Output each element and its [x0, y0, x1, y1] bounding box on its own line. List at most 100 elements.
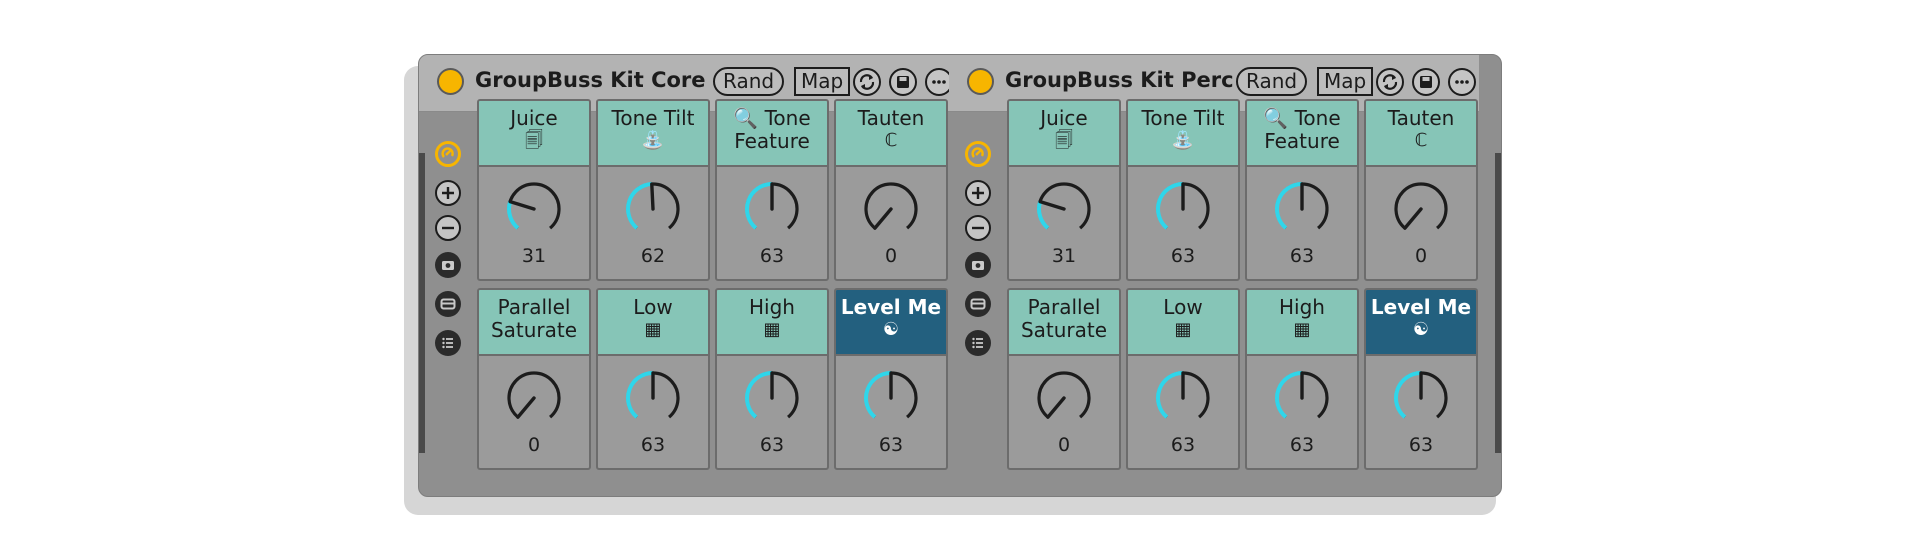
macro-label[interactable]: High ▦: [717, 290, 827, 356]
macro-name: Tauten: [857, 106, 925, 130]
macro-cell: Level Me ☯ 63: [1364, 288, 1478, 470]
refresh-button[interactable]: [1376, 68, 1404, 96]
right-rail: [1495, 153, 1501, 453]
macro-cell: Tone Tilt ⛲ 63: [1126, 99, 1240, 281]
high-graph-icon: ▦: [763, 319, 781, 340]
macro-label[interactable]: Low ▦: [598, 290, 708, 356]
macro-value: 63: [878, 434, 904, 456]
macro-label[interactable]: Level Me ☯: [1366, 290, 1476, 356]
remove-icon[interactable]: [965, 215, 991, 241]
macro-name: 🔍 Tone: [1263, 106, 1341, 130]
clamp-icon: ℂ: [884, 130, 898, 151]
macro-knob[interactable]: [1391, 179, 1451, 239]
rack-title: GroupBuss Kit Core: [475, 68, 706, 92]
macro-label[interactable]: Tone Tilt ⛲: [598, 101, 708, 167]
macro-label[interactable]: Juice 🗐: [1009, 101, 1119, 167]
hot-swap-icon[interactable]: [965, 141, 991, 167]
macro-name: Juice: [510, 106, 558, 130]
rack-side-controls: [961, 111, 991, 496]
macro-label[interactable]: High ▦: [1247, 290, 1357, 356]
macro-cell: Juice 🗐 31: [1007, 99, 1121, 281]
macro-name: Tauten: [1387, 106, 1455, 130]
macro-cell: High ▦ 63: [715, 288, 829, 470]
low-graph-icon: ▦: [1174, 319, 1192, 340]
macro-knob[interactable]: [742, 179, 802, 239]
save-button[interactable]: [1412, 68, 1440, 96]
rack-side-controls: [431, 111, 461, 496]
macro-cell: Parallel Saturate 0: [477, 288, 591, 470]
macro-value: 0: [527, 434, 541, 456]
macro-value: 63: [759, 434, 785, 456]
macro-name: Juice: [1040, 106, 1088, 130]
hot-swap-icon[interactable]: [435, 141, 461, 167]
macro-label[interactable]: 🔍 Tone Feature: [717, 101, 827, 167]
macro-value: 62: [640, 245, 666, 267]
map-button[interactable]: Map: [1317, 67, 1374, 96]
macro-label[interactable]: Low ▦: [1128, 290, 1238, 356]
camera-icon[interactable]: [965, 252, 991, 278]
macro-knob[interactable]: [1153, 179, 1213, 239]
power-toggle-button[interactable]: [437, 68, 464, 95]
window-icon[interactable]: [435, 291, 461, 317]
macro-knob[interactable]: [1034, 368, 1094, 428]
macro-cell: 🔍 Tone Feature 63: [1245, 99, 1359, 281]
macro-knob[interactable]: [861, 179, 921, 239]
camera-icon[interactable]: [435, 252, 461, 278]
map-button[interactable]: Map: [794, 67, 851, 96]
clamp-icon: ℂ: [1414, 130, 1428, 151]
macro-name: Level Me: [1370, 295, 1472, 319]
macro-knob[interactable]: [1391, 368, 1451, 428]
rack-device: GroupBuss Kit Core Rand Map Juice 🗐 31 Tone Ti…: [418, 54, 1502, 497]
macro-value: 0: [1057, 434, 1071, 456]
macro-label[interactable]: Tone Tilt ⛲: [1128, 101, 1238, 167]
macro-label[interactable]: Parallel Saturate: [479, 290, 589, 356]
remove-icon[interactable]: [435, 215, 461, 241]
macro-knob[interactable]: [504, 179, 564, 239]
macro-knob[interactable]: [1034, 179, 1094, 239]
macro-label[interactable]: Tauten ℂ: [836, 101, 946, 167]
macro-knob[interactable]: [861, 368, 921, 428]
high-graph-icon: ▦: [1293, 319, 1311, 340]
macro-value: 63: [1289, 245, 1315, 267]
macro-knob[interactable]: [742, 368, 802, 428]
macro-knob[interactable]: [1153, 368, 1213, 428]
yin-yang-icon: ☯: [882, 319, 900, 340]
macro-cell: High ▦ 63: [1245, 288, 1359, 470]
macro-label[interactable]: Parallel Saturate: [1009, 290, 1119, 356]
macro-knob[interactable]: [623, 179, 683, 239]
macro-label[interactable]: Tauten ℂ: [1366, 101, 1476, 167]
window-icon[interactable]: [965, 291, 991, 317]
macro-knob[interactable]: [623, 368, 683, 428]
save-button[interactable]: [889, 68, 917, 96]
power-toggle-button[interactable]: [967, 68, 994, 95]
rand-button[interactable]: Rand: [713, 67, 785, 96]
rand-button[interactable]: Rand: [1236, 67, 1308, 96]
more-icon: [932, 80, 946, 84]
juice-icon: 🗐: [1055, 130, 1073, 151]
macro-name: High: [749, 295, 795, 319]
save-icon: [897, 76, 909, 88]
macro-value: 63: [1289, 434, 1315, 456]
left-rail: [419, 153, 425, 453]
macro-label[interactable]: Juice 🗐: [479, 101, 589, 167]
list-icon[interactable]: [435, 330, 461, 356]
tilt-icon: ⛲: [1171, 130, 1195, 151]
macro-cell: Juice 🗐 31: [477, 99, 591, 281]
macro-cell: Tauten ℂ 0: [1364, 99, 1478, 281]
macro-knob[interactable]: [1272, 368, 1332, 428]
macro-knob[interactable]: [1272, 179, 1332, 239]
add-icon[interactable]: [435, 180, 461, 206]
macro-knob[interactable]: [504, 368, 564, 428]
macro-cell: Tone Tilt ⛲ 62: [596, 99, 710, 281]
macro-value: 63: [1170, 245, 1196, 267]
macro-cell: Low ▦ 63: [596, 288, 710, 470]
macro-label[interactable]: Level Me ☯: [836, 290, 946, 356]
macro-label[interactable]: 🔍 Tone Feature: [1247, 101, 1357, 167]
macro-name: Tone Tilt: [611, 106, 695, 130]
refresh-button[interactable]: [853, 68, 881, 96]
macro-cell: Level Me ☯ 63: [834, 288, 948, 470]
add-icon[interactable]: [965, 180, 991, 206]
list-icon[interactable]: [965, 330, 991, 356]
more-button[interactable]: [1448, 68, 1476, 96]
low-graph-icon: ▦: [644, 319, 662, 340]
